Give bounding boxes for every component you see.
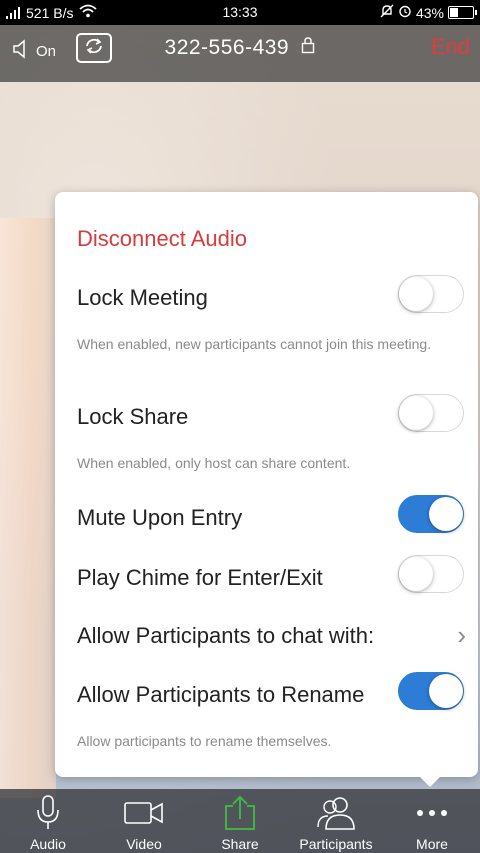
mute-upon-entry-toggle[interactable]	[398, 495, 464, 533]
lock-share-toggle[interactable]	[398, 394, 464, 432]
meeting-id-text: 322-556-439	[164, 36, 290, 59]
popup-caret	[418, 775, 442, 787]
meeting-id: 322-556-439	[0, 36, 480, 60]
meeting-options-popup: Disconnect Audio Lock Meeting When enabl…	[55, 192, 478, 777]
share-label: Share	[221, 836, 259, 852]
toggle-knob	[429, 674, 463, 708]
disconnect-audio-button[interactable]: Disconnect Audio	[77, 226, 464, 252]
allow-rename-toggle[interactable]	[398, 672, 464, 710]
audio-label: Audio	[30, 836, 66, 852]
video-camera-icon	[96, 793, 192, 833]
share-button[interactable]: Share	[192, 789, 288, 853]
toggle-knob	[399, 396, 433, 430]
battery-icon	[448, 6, 477, 19]
bottom-toolbar: Audio Video Share Participants More	[0, 789, 480, 853]
video-button[interactable]: Video	[96, 789, 192, 853]
participants-icon	[288, 793, 384, 833]
mute-bell-icon	[380, 4, 394, 21]
video-feed-strip	[0, 218, 56, 798]
toggle-knob	[429, 497, 463, 531]
chevron-right-icon: ›	[457, 620, 466, 650]
lock-icon	[301, 36, 315, 60]
share-icon	[192, 793, 288, 833]
lock-meeting-toggle[interactable]	[398, 275, 464, 313]
more-label: More	[416, 836, 448, 852]
alarm-icon	[398, 4, 412, 21]
toggle-knob	[399, 557, 433, 591]
allow-chat-row[interactable]: Allow Participants to chat with:	[77, 623, 464, 649]
end-meeting-button[interactable]: End	[431, 34, 470, 60]
video-label: Video	[126, 836, 162, 852]
meeting-top-bar: On 322-556-439 End	[0, 25, 480, 82]
participants-label: Participants	[299, 836, 373, 852]
status-right: 43%	[380, 4, 477, 21]
participants-button[interactable]: Participants	[288, 789, 384, 853]
audio-button[interactable]: Audio	[0, 789, 96, 853]
lock-meeting-description: When enabled, new participants cannot jo…	[77, 336, 432, 352]
allow-rename-description: Allow participants to rename themselves.	[77, 733, 332, 749]
more-button[interactable]: More	[384, 789, 480, 853]
microphone-icon	[0, 793, 96, 833]
more-dots-icon	[384, 793, 480, 833]
play-chime-toggle[interactable]	[398, 555, 464, 593]
toggle-knob	[399, 277, 433, 311]
status-bar: 521 B/s 13:33 43%	[0, 0, 480, 25]
battery-percent: 43%	[415, 4, 444, 21]
lock-share-description: When enabled, only host can share conten…	[77, 455, 351, 471]
